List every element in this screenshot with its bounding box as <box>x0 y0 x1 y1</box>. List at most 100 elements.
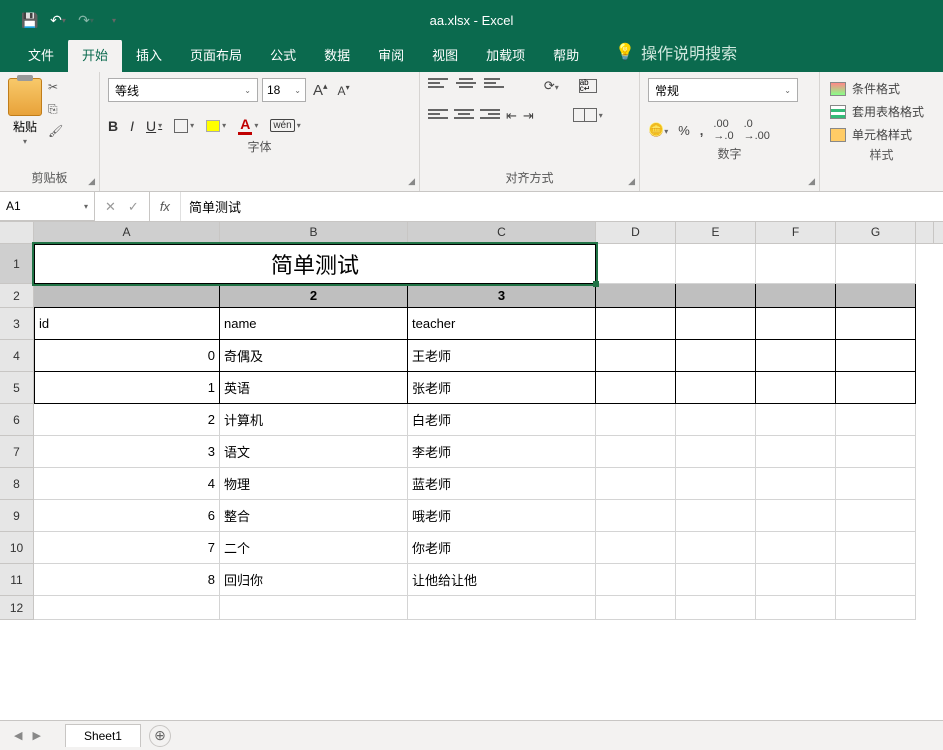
menu-formulas[interactable]: 公式 <box>256 39 310 72</box>
col-header-F[interactable]: F <box>756 222 836 244</box>
cell-E7[interactable] <box>676 436 756 468</box>
cell-F8[interactable] <box>756 468 836 500</box>
increase-font-icon[interactable]: A▴ <box>310 81 331 99</box>
cell-E3[interactable] <box>676 308 756 340</box>
cell-C9[interactable]: 哦老师 <box>408 500 596 532</box>
cell-G4[interactable] <box>836 340 916 372</box>
name-box[interactable]: A1▾ <box>0 192 95 221</box>
cell-B12[interactable] <box>220 596 408 620</box>
cell-F4[interactable] <box>756 340 836 372</box>
cell-D9[interactable] <box>596 500 676 532</box>
cell-C6[interactable]: 白老师 <box>408 404 596 436</box>
row-header-11[interactable]: 11 <box>0 564 34 596</box>
cell-G1[interactable] <box>836 244 916 284</box>
cell-E4[interactable] <box>676 340 756 372</box>
cell-A2[interactable] <box>34 284 220 308</box>
row-header-7[interactable]: 7 <box>0 436 34 468</box>
cell-D3[interactable] <box>596 308 676 340</box>
cell-C2[interactable]: 3 <box>408 284 596 308</box>
cell-D8[interactable] <box>596 468 676 500</box>
row-header-9[interactable]: 9 <box>0 500 34 532</box>
row-header-6[interactable]: 6 <box>0 404 34 436</box>
menu-insert[interactable]: 插入 <box>122 39 176 72</box>
cell-A12[interactable] <box>34 596 220 620</box>
cell-D5[interactable] <box>596 372 676 404</box>
cell-E12[interactable] <box>676 596 756 620</box>
col-header-C[interactable]: C <box>408 222 596 244</box>
cell-B9[interactable]: 整合 <box>220 500 408 532</box>
menu-data[interactable]: 数据 <box>310 39 364 72</box>
sheet-tab[interactable]: Sheet1 <box>65 724 141 747</box>
cut-icon[interactable]: ✂ <box>48 80 66 96</box>
format-as-table-button[interactable]: 套用表格格式 <box>830 103 933 120</box>
cell-F1[interactable] <box>756 244 836 284</box>
conditional-formatting-button[interactable]: 条件格式 <box>830 80 933 97</box>
cells[interactable]: 23idnameteacher0奇偶及王老师1英语张老师2计算机白老师3语文李老… <box>34 244 916 620</box>
cell-B8[interactable]: 物理 <box>220 468 408 500</box>
cell-C4[interactable]: 王老师 <box>408 340 596 372</box>
cell-E8[interactable] <box>676 468 756 500</box>
wrap-text-icon[interactable]: abc↵ <box>579 78 597 96</box>
cell-B4[interactable]: 奇偶及 <box>220 340 408 372</box>
cell-G2[interactable] <box>836 284 916 308</box>
col-header-A[interactable]: A <box>34 222 220 244</box>
col-header-D[interactable]: D <box>596 222 676 244</box>
col-header-B[interactable]: B <box>220 222 408 244</box>
formula-input[interactable]: 简单测试 <box>181 192 943 221</box>
merge-center-button[interactable]: ▾ <box>573 108 603 122</box>
percent-button[interactable]: % <box>678 123 690 138</box>
clipboard-expand-icon[interactable]: ◢ <box>88 176 95 187</box>
confirm-icon[interactable]: ✓ <box>128 199 139 215</box>
fx-label[interactable]: fx <box>150 192 181 221</box>
menu-view[interactable]: 视图 <box>418 39 472 72</box>
increase-indent-icon[interactable]: ⇥ <box>523 108 534 124</box>
merged-title-cell[interactable]: 简单测试 <box>34 244 596 284</box>
sheet-nav-prev-icon[interactable]: ◀ <box>14 729 22 742</box>
font-size-select[interactable]: 18⌄ <box>262 78 306 102</box>
align-middle-icon[interactable] <box>456 78 476 92</box>
cell-G6[interactable] <box>836 404 916 436</box>
format-painter-icon[interactable]: 🖌 <box>48 124 66 140</box>
cell-D6[interactable] <box>596 404 676 436</box>
cell-A6[interactable]: 2 <box>34 404 220 436</box>
cell-D2[interactable] <box>596 284 676 308</box>
increase-decimal-icon[interactable]: .00→.0 <box>713 118 733 142</box>
align-right-icon[interactable] <box>480 109 500 123</box>
phonetic-button[interactable]: wén▾ <box>270 119 300 132</box>
cell-F12[interactable] <box>756 596 836 620</box>
cell-C12[interactable] <box>408 596 596 620</box>
italic-button[interactable]: I <box>130 118 134 134</box>
comma-button[interactable]: , <box>700 123 704 138</box>
font-color-button[interactable]: A▾ <box>238 116 258 135</box>
redo-icon[interactable]: ↷▾ <box>76 10 96 30</box>
cell-D4[interactable] <box>596 340 676 372</box>
decrease-decimal-icon[interactable]: .0→.00 <box>744 118 770 142</box>
font-expand-icon[interactable]: ◢ <box>408 176 415 187</box>
cell-A7[interactable]: 3 <box>34 436 220 468</box>
cell-B5[interactable]: 英语 <box>220 372 408 404</box>
col-header-G[interactable]: G <box>836 222 916 244</box>
cell-B7[interactable]: 语文 <box>220 436 408 468</box>
undo-icon[interactable]: ↶▾ <box>48 10 68 30</box>
row-header-5[interactable]: 5 <box>0 372 34 404</box>
cell-D12[interactable] <box>596 596 676 620</box>
cell-C10[interactable]: 你老师 <box>408 532 596 564</box>
cell-E5[interactable] <box>676 372 756 404</box>
cell-C8[interactable]: 蓝老师 <box>408 468 596 500</box>
align-top-icon[interactable] <box>428 78 448 92</box>
row-header-8[interactable]: 8 <box>0 468 34 500</box>
decrease-indent-icon[interactable]: ⇤ <box>506 108 517 124</box>
underline-button[interactable]: U ▾ <box>146 118 162 134</box>
cell-C7[interactable]: 李老师 <box>408 436 596 468</box>
menu-help[interactable]: 帮助 <box>539 39 593 72</box>
qat-customize-icon[interactable]: ▾ <box>104 10 124 30</box>
menu-review[interactable]: 审阅 <box>364 39 418 72</box>
cell-G10[interactable] <box>836 532 916 564</box>
bold-button[interactable]: B <box>108 118 118 134</box>
cell-E6[interactable] <box>676 404 756 436</box>
cell-D11[interactable] <box>596 564 676 596</box>
cell-C3[interactable]: teacher <box>408 308 596 340</box>
cell-E1[interactable] <box>676 244 756 284</box>
row-header-3[interactable]: 3 <box>0 308 34 340</box>
menu-home[interactable]: 开始 <box>68 39 122 72</box>
